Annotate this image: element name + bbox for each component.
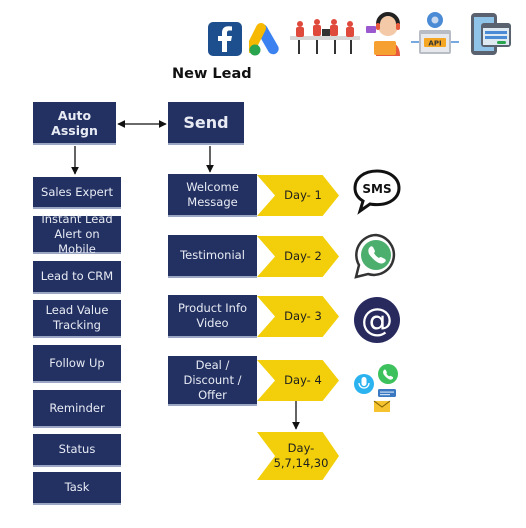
assign-item-reminder: Reminder (33, 390, 121, 428)
assign-item-follow-up: Follow Up (33, 345, 121, 383)
chat-icon (378, 389, 396, 397)
send-item-product-info-video: Product Info Video (168, 295, 257, 338)
svg-text:SMS: SMS (362, 182, 391, 196)
multi-channel-icon (352, 362, 402, 414)
assign-item-sales-expert: Sales Expert (33, 177, 121, 209)
send-box: Send (168, 102, 244, 145)
assign-item-lead-to-crm: Lead to CRM (33, 261, 121, 294)
send-item-testimonial: Testimonial (168, 235, 257, 278)
assign-item-status: Status (33, 434, 121, 467)
email-at-icon: @ (353, 296, 401, 344)
auto-assign-box: Auto Assign (33, 102, 116, 145)
send-item-deal-discount-offer: Deal / Discount / Offer (168, 356, 257, 406)
send-item-welcome-message: Welcome Message (168, 174, 257, 217)
assign-item-instant-lead-alert: Instant Lead Alert on Mobile (33, 212, 121, 256)
whatsapp-mini-icon (378, 364, 398, 384)
assign-item-task: Task (33, 472, 121, 505)
assign-item-lead-value-tracking: Lead Value Tracking (33, 300, 121, 338)
whatsapp-icon (352, 232, 400, 280)
svg-text:@: @ (361, 301, 393, 339)
sms-icon: SMS (352, 168, 402, 216)
